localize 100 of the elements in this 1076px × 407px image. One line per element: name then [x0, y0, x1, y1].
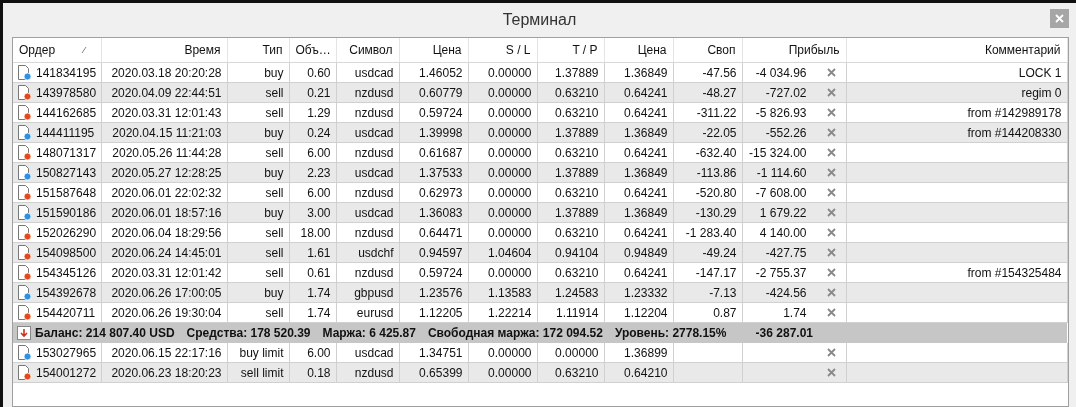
down-arrow-icon — [17, 326, 31, 340]
table-cell: regim 0 — [846, 82, 1067, 103]
profit-value: -2 755.37 — [755, 265, 807, 280]
table-cell: 0.63210 — [537, 102, 604, 123]
table-cell: -22.05 — [673, 122, 742, 143]
close-icon[interactable] — [826, 168, 836, 177]
table-cell: 1.12205 — [399, 302, 468, 323]
close-icon[interactable] — [826, 288, 836, 297]
document-icon — [17, 284, 32, 301]
profit-value: -552.26 — [765, 125, 807, 140]
close-icon[interactable] — [826, 228, 836, 237]
close-icon[interactable] — [826, 108, 836, 117]
table-cell: sell — [227, 82, 289, 103]
order-number: 154345126 — [36, 265, 97, 280]
close-icon[interactable] — [826, 248, 836, 257]
table-cell: usdcad — [336, 162, 399, 183]
column-header[interactable]: Цена — [399, 38, 468, 63]
order-number: 143978580 — [36, 85, 97, 100]
table-cell: 0.63210 — [537, 362, 604, 383]
table-cell: 2020.06.24 14:45:01 — [101, 242, 227, 263]
column-header[interactable]: Объ… — [289, 38, 336, 63]
close-icon[interactable] — [826, 88, 836, 97]
close-icon[interactable] — [826, 68, 836, 77]
table-cell: 2020.06.01 18:57:16 — [101, 202, 227, 223]
table-cell: 2020.03.18 20:20:28 — [101, 62, 227, 83]
table-cell: 2020.06.26 19:30:04 — [101, 302, 227, 323]
table-cell: 0.87 — [673, 302, 742, 323]
table-cell: nzdusd — [336, 362, 399, 383]
table-cell: 18.00 — [289, 222, 336, 243]
account-summary-item: Средства: 178 520.39 — [186, 326, 311, 340]
order-number: 144411195 — [36, 125, 95, 140]
order-number: 151587648 — [36, 185, 97, 200]
table-cell: -632.40 — [673, 142, 742, 163]
column-header[interactable]: Прибыль — [742, 38, 846, 63]
table-cell: LOCK 1 — [846, 62, 1067, 83]
table-cell: 1.22214 — [468, 302, 537, 323]
table-cell: usdcad — [336, 122, 399, 143]
table-cell: 1.39998 — [399, 122, 468, 143]
table-cell: 2020.06.01 22:02:32 — [101, 182, 227, 203]
close-icon[interactable] — [826, 208, 836, 217]
profit-value: 1.74 — [783, 305, 807, 320]
table-cell: 0.63210 — [537, 182, 604, 203]
column-header[interactable]: S / L — [468, 38, 537, 63]
column-header[interactable]: T / P — [537, 38, 604, 63]
table-cell: 0.00000 — [468, 182, 537, 203]
column-header[interactable]: Ордер — [13, 38, 101, 63]
close-icon[interactable] — [826, 348, 836, 357]
table-cell: sell — [227, 142, 289, 163]
profit-value: -424.56 — [765, 285, 807, 300]
table-cell: sell — [227, 222, 289, 243]
table-cell: 2020.05.26 11:44:28 — [101, 142, 227, 163]
close-icon[interactable] — [826, 148, 836, 157]
column-header[interactable]: Своп — [673, 38, 742, 63]
table-cell: 0.00000 — [468, 162, 537, 183]
order-number: 154420711 — [36, 305, 96, 320]
document-icon — [17, 164, 32, 181]
sort-icon — [81, 46, 88, 54]
close-icon[interactable] — [826, 268, 836, 277]
profit-value: 1 679.22 — [759, 205, 807, 220]
table-cell: 6.00 — [289, 182, 336, 203]
table-cell: 0.00000 — [468, 202, 537, 223]
total-profit: -36 287.01 — [755, 326, 813, 340]
close-icon[interactable] — [826, 128, 836, 137]
table-cell: 0.00000 — [468, 222, 537, 243]
table-cell: 1.36849 — [604, 202, 673, 223]
column-header[interactable]: Комментарий — [846, 38, 1067, 63]
table-cell: 0.63210 — [537, 142, 604, 163]
column-header[interactable]: Цена — [604, 38, 673, 63]
table-cell: usdchf — [336, 242, 399, 263]
table-cell: 0.64241 — [604, 82, 673, 103]
close-icon[interactable] — [826, 368, 836, 377]
table-cell: -520.80 — [673, 182, 742, 203]
table-cell: 1.37889 — [537, 162, 604, 183]
table-cell: 0.61687 — [399, 142, 468, 163]
account-summary-item: Баланс: 214 807.40 USD — [35, 326, 175, 340]
table-cell: 1.34751 — [399, 343, 468, 363]
account-summary-item: Свободная маржа: 172 094.52 — [427, 326, 603, 340]
column-header[interactable]: Тип — [227, 38, 289, 63]
table-cell: 1.36849 — [604, 122, 673, 143]
column-header[interactable]: Время — [101, 38, 227, 63]
table-cell: -48.27 — [673, 82, 742, 103]
table-cell: 0.64241 — [604, 182, 673, 203]
table-cell: 2020.05.27 12:28:25 — [101, 162, 227, 183]
profit-value: -7 608.00 — [755, 185, 807, 200]
table-cell: 0.60779 — [399, 82, 468, 103]
table-cell: 0.63210 — [537, 262, 604, 283]
table-cell: 0.00000 — [468, 82, 537, 103]
table-cell: 0.00000 — [468, 122, 537, 143]
table-cell: from #142989178 — [846, 102, 1067, 123]
table-cell: 1.74 — [289, 282, 336, 303]
column-header[interactable]: Символ — [336, 38, 399, 63]
close-icon[interactable] — [826, 308, 836, 317]
close-button[interactable] — [1050, 9, 1069, 28]
table-cell: nzdusd — [336, 102, 399, 123]
table-cell: 0.59724 — [399, 102, 468, 123]
table-cell: -311.22 — [673, 102, 742, 123]
table-cell: 1.37889 — [537, 62, 604, 83]
table-cell: -130.29 — [673, 202, 742, 223]
table-cell: 0.24 — [289, 122, 336, 143]
close-icon[interactable] — [826, 188, 836, 197]
